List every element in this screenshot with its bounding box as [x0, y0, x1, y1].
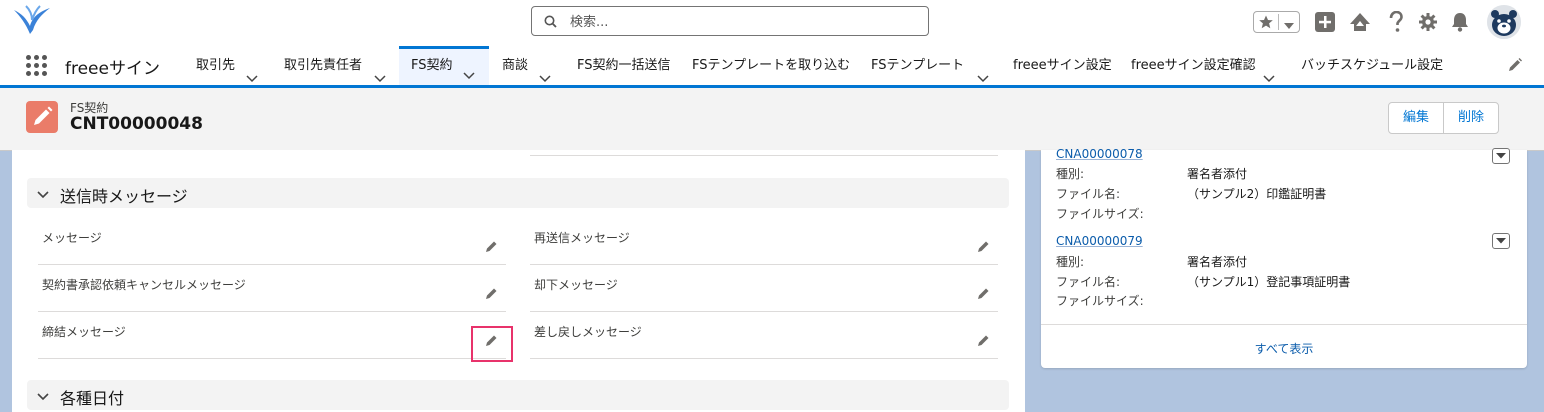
- search-icon: [544, 15, 557, 32]
- tab-batch-schedule-settings[interactable]: バッチスケジュール設定: [1301, 46, 1443, 85]
- global-search[interactable]: [531, 6, 929, 36]
- bell-icon[interactable]: [1451, 12, 1469, 36]
- app-nav-bar: freeeサイン 取引先 取引先責任者 FS契約 商談 FS契約一括送信 FSテ…: [0, 46, 1544, 88]
- tab-freee-sign-settings-check[interactable]: freeeサイン設定確認: [1131, 46, 1281, 85]
- delete-button[interactable]: 削除: [1443, 103, 1498, 133]
- edit-nav-pencil-icon[interactable]: [1508, 58, 1522, 76]
- highlight-box: [471, 326, 513, 362]
- record-name: CNT00000048: [70, 114, 203, 134]
- avatar[interactable]: [1487, 5, 1521, 39]
- app-name: freeeサイン: [65, 59, 160, 79]
- record-type-icon: [26, 101, 58, 133]
- gear-icon[interactable]: [1419, 13, 1437, 35]
- field-sendback-message: 差し戻しメッセージ: [530, 318, 998, 359]
- edit-pencil-icon[interactable]: [977, 240, 990, 257]
- record-detail-panel: 送信時メッセージ メッセージ 再送信メッセージ 契約書承認依頼キャンセルメッセー…: [12, 150, 1025, 412]
- chevron-down-icon[interactable]: [1284, 19, 1294, 34]
- star-icon[interactable]: [1258, 14, 1274, 34]
- tab-fs-bulk-send[interactable]: FS契約一括送信: [577, 46, 671, 85]
- field-message: メッセージ: [38, 224, 506, 265]
- edit-pencil-icon[interactable]: [977, 334, 990, 351]
- help-icon[interactable]: [1389, 10, 1403, 37]
- related-item-link[interactable]: CNA00000078: [1056, 147, 1143, 161]
- divider: [1041, 324, 1527, 325]
- row-actions-dropdown[interactable]: [1492, 148, 1510, 164]
- tab-fs-template-import[interactable]: FSテンプレートを取り込む: [692, 46, 850, 85]
- related-item-link[interactable]: CNA00000079: [1056, 234, 1143, 248]
- show-all-link[interactable]: すべて表示: [1041, 340, 1527, 357]
- section-title: 送信時メッセージ: [60, 187, 188, 206]
- tab-fs-contracts[interactable]: FS契約: [399, 46, 489, 85]
- tab-fs-templates[interactable]: FSテンプレート: [871, 46, 1001, 85]
- tab-opportunities[interactable]: 商談: [490, 46, 562, 85]
- tab-freee-sign-settings[interactable]: freeeサイン設定: [1013, 46, 1112, 85]
- record-header: FS契約 CNT00000048 編集 削除: [0, 88, 1544, 151]
- edit-pencil-icon[interactable]: [977, 287, 990, 304]
- field-reject-message: 却下メッセージ: [530, 271, 998, 312]
- global-header: [0, 0, 1544, 46]
- search-input[interactable]: [568, 10, 922, 34]
- section-header-send-messages[interactable]: 送信時メッセージ: [27, 178, 1009, 208]
- divider: [530, 155, 998, 156]
- record-actions: 編集 削除: [1388, 102, 1500, 134]
- tab-contacts[interactable]: 取引先責任者: [274, 46, 398, 85]
- field-resend-message: 再送信メッセージ: [530, 224, 998, 265]
- field-approval-cancel-message: 契約書承認依頼キャンセルメッセージ: [38, 271, 506, 312]
- edit-pencil-icon[interactable]: [485, 240, 498, 257]
- tab-accounts[interactable]: 取引先: [184, 46, 274, 85]
- edit-pencil-icon[interactable]: [485, 287, 498, 304]
- chevron-down-icon[interactable]: [37, 390, 49, 405]
- row-actions-dropdown[interactable]: [1492, 233, 1510, 249]
- app-logo[interactable]: [12, 4, 54, 38]
- section-title: 各種日付: [60, 389, 125, 408]
- trailhead-icon[interactable]: [1349, 12, 1371, 36]
- edit-button[interactable]: 編集: [1389, 103, 1443, 133]
- related-files-card: CNA00000078 種別: 署名者添付 ファイル名: （サンプル2）印鑑証明…: [1041, 147, 1527, 368]
- app-launcher-icon[interactable]: [26, 55, 48, 77]
- section-header-dates[interactable]: 各種日付: [27, 380, 1009, 410]
- field-conclusion-message: 締結メッセージ: [38, 318, 506, 359]
- favorites-button[interactable]: [1253, 11, 1300, 33]
- chevron-down-icon[interactable]: [37, 188, 49, 203]
- plus-icon[interactable]: [1315, 12, 1335, 36]
